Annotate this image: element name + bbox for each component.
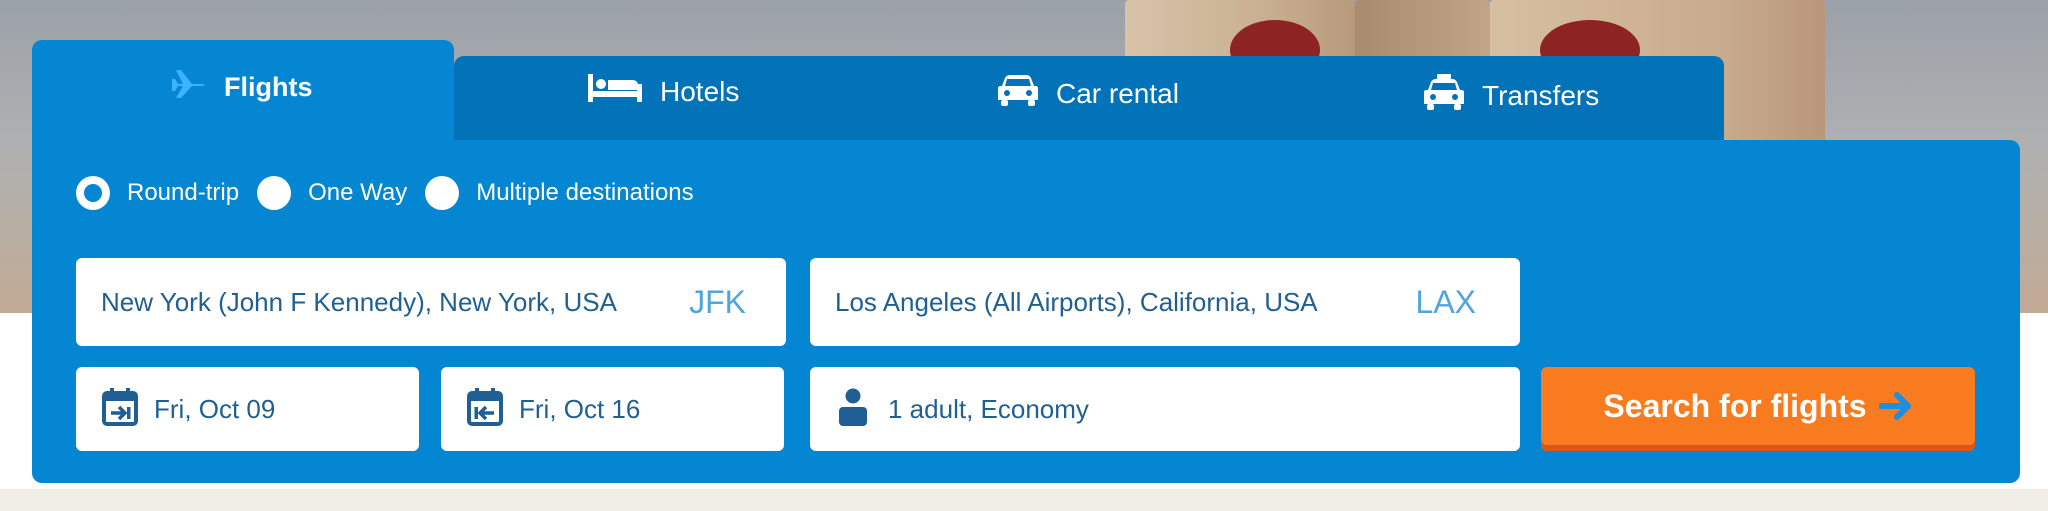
bed-icon [588, 74, 642, 109]
taxi-icon [1424, 74, 1464, 117]
trip-type-selector: Round-trip One Way Multiple destinations [76, 176, 712, 210]
person-icon [838, 388, 868, 431]
radio-multiple-destinations[interactable]: Multiple destinations [425, 176, 711, 210]
tab-car-rental[interactable]: Car rental [998, 74, 1179, 113]
page-footer-strip [0, 489, 2048, 511]
departure-date: Fri, Oct 09 [154, 393, 276, 424]
radio-circle-selected[interactable] [76, 176, 110, 210]
origin-airport-code: JFK [689, 283, 746, 320]
calendar-return-icon [467, 387, 503, 431]
passengers-field[interactable]: 1 adult, Economy [810, 367, 1520, 451]
radio-round-trip[interactable]: Round-trip [76, 176, 257, 210]
tab-flights-label: Flights [224, 72, 313, 102]
return-date: Fri, Oct 16 [519, 393, 641, 424]
destination-city: Los Angeles (All Airports), California, … [835, 286, 1318, 317]
tab-hotels-label: Hotels [660, 75, 740, 107]
plane-icon [170, 68, 206, 107]
search-flights-button[interactable]: Search for flights [1541, 367, 1975, 451]
car-icon [998, 74, 1038, 113]
radio-circle[interactable] [425, 176, 460, 210]
passengers-summary: 1 adult, Economy [888, 393, 1089, 424]
radio-one-way-label: One Way [308, 179, 408, 206]
tab-flights[interactable]: Flights [170, 68, 313, 107]
departure-date-field[interactable]: Fri, Oct 09 [76, 367, 419, 451]
return-date-field[interactable]: Fri, Oct 16 [441, 367, 784, 451]
radio-round-trip-label: Round-trip [127, 179, 240, 206]
radio-one-way[interactable]: One Way [257, 176, 425, 210]
radio-multiple-destinations-label: Multiple destinations [476, 179, 694, 206]
tab-hotels[interactable]: Hotels [588, 74, 739, 109]
search-button-label: Search for flights [1603, 387, 1867, 424]
tab-car-rental-label: Car rental [1056, 77, 1179, 109]
origin-city: New York (John F Kennedy), New York, USA [101, 286, 617, 317]
radio-circle[interactable] [257, 176, 292, 210]
origin-field[interactable]: New York (John F Kennedy), New York, USA… [76, 258, 786, 346]
calendar-departure-icon [102, 387, 138, 431]
arrow-right-icon [1878, 390, 1913, 422]
radio-dot [84, 184, 102, 202]
tab-transfers[interactable]: Transfers [1424, 74, 1599, 117]
tab-transfers-label: Transfers [1482, 79, 1600, 111]
destination-airport-code: LAX [1415, 283, 1476, 320]
destination-field[interactable]: Los Angeles (All Airports), California, … [810, 258, 1520, 346]
